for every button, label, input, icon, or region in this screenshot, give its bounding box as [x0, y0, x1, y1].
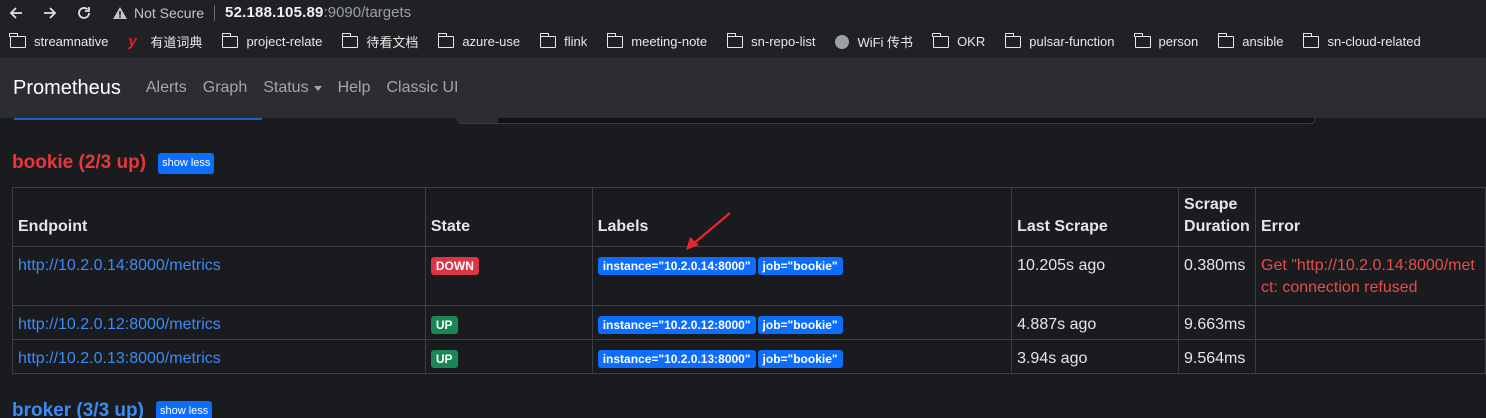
brand-logo[interactable]: Prometheus	[13, 77, 121, 100]
security-status: Not Secure	[134, 4, 205, 21]
show-less-button[interactable]: show less	[155, 400, 213, 418]
folder-icon	[539, 32, 557, 48]
warning-icon	[112, 5, 128, 21]
table-header-row: Endpoint State Labels Last Scrape Scrape…	[12, 187, 1486, 247]
nav-status-label: Status	[263, 79, 309, 96]
folder-icon	[9, 32, 26, 48]
header-last-scrape: Last Scrape	[1011, 187, 1180, 247]
section-header-broker: broker (3/3 up) show less	[12, 400, 213, 418]
forward-arrow-icon[interactable]	[40, 3, 60, 23]
bookmark-okr[interactable]: OKR	[932, 32, 985, 49]
bookmark-wifi[interactable]: WiFi 传书	[835, 32, 913, 51]
nav-classic-ui[interactable]: Classic UI	[386, 79, 458, 97]
error-message: Get "http://10.2.0.14:8000/met ct: connec…	[1255, 246, 1486, 306]
scrape-duration-value: 9.663ms	[1178, 305, 1256, 340]
back-arrow-icon[interactable]	[6, 3, 26, 23]
folder-icon	[1004, 32, 1022, 48]
bookmark-meeting-note[interactable]: meeting-note	[606, 32, 707, 49]
nav-status-dropdown[interactable]: Status	[263, 79, 322, 97]
job-label-badge: job="bookie"	[757, 350, 843, 368]
last-scrape-value: 4.887s ago	[1011, 305, 1180, 340]
instance-label-badge: instance="10.2.0.14:8000"	[597, 257, 756, 275]
bookmark-sn-repo-list[interactable]: sn-repo-list	[726, 32, 815, 49]
header-scrape-duration: Scrape Duration	[1178, 187, 1256, 247]
header-labels: Labels	[591, 187, 1013, 247]
filter-input-edge[interactable]	[457, 118, 1315, 124]
globe-icon	[835, 34, 850, 49]
address-bar[interactable]: Not Secure 52.188.105.89 :9090/targets	[112, 0, 411, 25]
scrape-duration-value: 0.380ms	[1178, 246, 1256, 306]
caret-down-icon	[313, 85, 322, 91]
bookmark-project-relate[interactable]: project-relate	[221, 32, 322, 49]
instance-label-badge: instance="10.2.0.13:8000"	[597, 350, 756, 368]
bookmark-streamnative[interactable]: streamnative	[9, 32, 108, 49]
header-error: Error	[1255, 187, 1486, 247]
bookmark-azure-use[interactable]: azure-use	[437, 32, 520, 49]
section-title-bookie[interactable]: bookie (2/3 up)	[12, 152, 146, 174]
url-path: :9090/targets	[323, 4, 412, 21]
last-scrape-value: 3.94s ago	[1011, 339, 1180, 374]
bookmark-pulsar-function[interactable]: pulsar-function	[1004, 32, 1115, 49]
scrape-duration-value: 9.564ms	[1178, 339, 1256, 374]
header-state: State	[424, 187, 593, 247]
folder-icon	[1302, 32, 1320, 48]
folder-icon	[221, 32, 239, 48]
section-title-broker[interactable]: broker (3/3 up)	[12, 400, 144, 418]
state-badge-down: DOWN	[430, 257, 479, 275]
job-label-badge: job="bookie"	[757, 257, 843, 275]
browser-toolbar: Not Secure 52.188.105.89 :9090/targets	[0, 0, 1486, 25]
nav-graph[interactable]: Graph	[203, 79, 247, 97]
bookmark-person[interactable]: person	[1133, 32, 1198, 49]
error-message	[1255, 339, 1486, 374]
section-header-bookie: bookie (2/3 up) show less	[12, 152, 215, 174]
folder-icon	[437, 32, 455, 48]
bookmark-docs-to-read[interactable]: 待看文档	[341, 32, 418, 51]
reload-icon[interactable]	[74, 3, 94, 23]
bookmark-flink[interactable]: flink	[539, 32, 587, 49]
nav-help[interactable]: Help	[338, 79, 371, 97]
youdao-icon: y	[128, 33, 137, 50]
last-scrape-value: 10.205s ago	[1011, 246, 1180, 306]
state-badge-up: UP	[430, 316, 458, 334]
header-endpoint: Endpoint	[12, 187, 426, 247]
instance-label-badge: instance="10.2.0.12:8000"	[597, 316, 756, 334]
bookmarks-bar: streamnative y 有道词典 project-relate 待看文档 a…	[0, 25, 1486, 58]
folder-icon	[1133, 32, 1151, 48]
table-row: http://10.2.0.13:8000/metrics UP instanc…	[12, 339, 1486, 374]
folder-icon	[1217, 32, 1235, 48]
url-divider	[214, 4, 216, 21]
show-less-button[interactable]: show less	[158, 152, 215, 174]
error-message	[1255, 305, 1486, 340]
folder-icon	[932, 32, 950, 48]
bookmark-sn-cloud-related[interactable]: sn-cloud-related	[1302, 32, 1421, 49]
annotation-arrow-icon	[686, 212, 731, 250]
job-label-badge: job="bookie"	[757, 316, 843, 334]
nav-alerts[interactable]: Alerts	[146, 79, 187, 97]
endpoint-link[interactable]: http://10.2.0.14:8000/metrics	[18, 257, 221, 274]
folder-icon	[726, 32, 744, 48]
endpoint-link[interactable]: http://10.2.0.12:8000/metrics	[18, 316, 221, 333]
targets-table: Endpoint State Labels Last Scrape Scrape…	[12, 187, 1486, 374]
bookmark-youdao[interactable]: y 有道词典	[128, 32, 202, 51]
app-navbar: Prometheus Alerts Graph Status Help Clas…	[0, 58, 1486, 118]
endpoint-link[interactable]: http://10.2.0.13:8000/metrics	[18, 350, 221, 367]
folder-icon	[606, 32, 624, 48]
filter-button-edge[interactable]	[14, 118, 262, 120]
table-row: http://10.2.0.12:8000/metrics UP instanc…	[12, 305, 1486, 340]
state-badge-up: UP	[430, 350, 458, 368]
folder-icon	[341, 32, 359, 48]
table-row: http://10.2.0.14:8000/metrics DOWN insta…	[12, 246, 1486, 306]
url-host: 52.188.105.89	[225, 4, 324, 21]
bookmark-ansible[interactable]: ansible	[1217, 32, 1283, 49]
